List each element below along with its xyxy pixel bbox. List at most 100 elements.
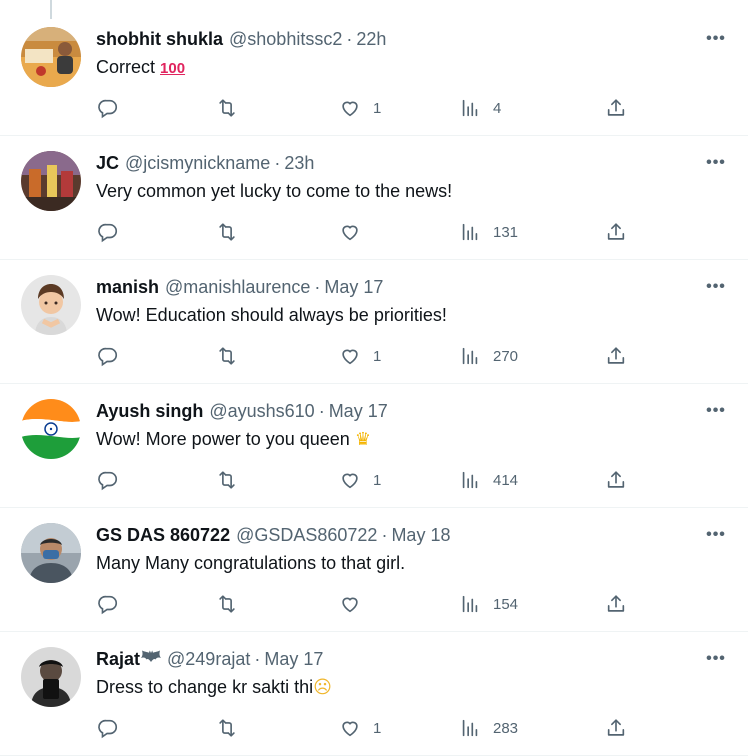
reply-button[interactable] (97, 220, 119, 244)
timestamp[interactable]: May 17 (264, 648, 323, 670)
tweet-text-content: Very common yet lucky to come to the new… (96, 181, 453, 201)
bat-emoji (141, 648, 162, 670)
reply-button[interactable] (97, 716, 119, 740)
views-button[interactable]: 154 (459, 592, 518, 616)
like-button[interactable] (339, 220, 373, 244)
more-icon[interactable]: ••• (704, 276, 728, 298)
more-icon[interactable]: ••• (704, 28, 728, 50)
display-name[interactable]: manish (96, 276, 159, 298)
retweet-button[interactable] (216, 344, 238, 368)
views-icon (462, 347, 478, 365)
more-icon[interactable]: ••• (704, 400, 728, 422)
share-icon (607, 719, 625, 736)
like-button[interactable] (339, 592, 373, 616)
share-button[interactable] (605, 468, 627, 492)
retweet-icon (219, 99, 235, 117)
avatar[interactable] (21, 151, 81, 211)
like-button[interactable]: 1 (339, 716, 381, 740)
avatar[interactable] (21, 275, 81, 335)
tweet-header: JC @jcismynickname · 23h (96, 152, 678, 174)
retweet-icon (219, 347, 235, 365)
tweet-actions: 1 283 (96, 716, 728, 740)
retweet-button[interactable] (216, 96, 238, 120)
user-handle[interactable]: @GSDAS860722 (236, 524, 377, 546)
retweet-button[interactable] (216, 220, 238, 244)
retweet-icon (219, 471, 235, 489)
timestamp[interactable]: May 17 (324, 276, 383, 298)
retweet-icon (219, 595, 235, 613)
timestamp[interactable]: May 18 (391, 524, 450, 546)
tweet-text-content: Correct (96, 57, 156, 77)
timestamp[interactable]: May 17 (329, 400, 388, 422)
like-button[interactable]: 1 (339, 468, 381, 492)
views-button[interactable]: 414 (459, 468, 518, 492)
separator-dot: · (346, 29, 353, 49)
timestamp[interactable]: 23h (284, 152, 314, 174)
retweet-button[interactable] (216, 468, 238, 492)
tweet-actions: 154 (96, 592, 728, 616)
reply-button[interactable] (97, 592, 119, 616)
like-icon (342, 225, 358, 241)
like-count: 1 (373, 347, 382, 365)
share-button[interactable] (605, 592, 627, 616)
display-name[interactable]: JC (96, 152, 119, 174)
tweet-text-content: Many Many congratulations to that girl. (96, 553, 406, 573)
display-name[interactable]: Ayush singh (96, 400, 203, 422)
reply-tweet[interactable]: shobhit shukla @shobhitssc2 · 22h ••• Co… (0, 0, 748, 136)
more-icon[interactable]: ••• (704, 648, 728, 670)
like-icon (342, 101, 358, 117)
tweet-text: Very common yet lucky to come to the new… (96, 179, 678, 203)
share-button[interactable] (605, 716, 627, 740)
views-count: 131 (493, 223, 519, 241)
reply-tweet[interactable]: GS DAS 860722 @GSDAS860722 · May 18 ••• … (0, 508, 748, 632)
share-button[interactable] (605, 220, 627, 244)
user-handle[interactable]: @ayushs610 (209, 400, 314, 422)
reply-icon (98, 719, 118, 739)
timestamp[interactable]: 22h (356, 28, 386, 50)
avatar[interactable] (21, 399, 81, 459)
user-handle[interactable]: @shobhitssc2 (229, 28, 342, 50)
reply-button[interactable] (97, 96, 119, 120)
reply-tweet[interactable]: Rajat @249rajat · May 17 ••• Dress to ch… (0, 632, 748, 756)
reply-button[interactable] (97, 344, 119, 368)
avatar[interactable] (21, 647, 81, 707)
like-icon (342, 597, 358, 613)
tweet-header: GS DAS 860722 @GSDAS860722 · May 18 (96, 524, 678, 546)
more-icon[interactable]: ••• (704, 524, 728, 546)
reply-icon (98, 471, 118, 491)
reply-tweet[interactable]: JC @jcismynickname · 23h ••• Very common… (0, 136, 748, 260)
user-handle[interactable]: @jcismynickname (125, 152, 270, 174)
share-icon (607, 99, 625, 116)
reply-tweet[interactable]: Ayush singh @ayushs610 · May 17 ••• Wow!… (0, 384, 748, 508)
reply-button[interactable] (97, 468, 119, 492)
views-button[interactable]: 270 (459, 344, 518, 368)
retweet-button[interactable] (216, 592, 238, 616)
views-button[interactable]: 283 (459, 716, 518, 740)
share-button[interactable] (605, 96, 627, 120)
views-icon (462, 99, 478, 117)
reply-icon (98, 99, 118, 119)
share-button[interactable] (605, 344, 627, 368)
avatar[interactable] (21, 523, 81, 583)
retweet-icon (219, 223, 235, 241)
user-handle[interactable]: @manishlaurence (165, 276, 310, 298)
tweet-text-content: Wow! More power to you queen (96, 429, 350, 449)
views-count: 154 (493, 595, 519, 613)
separator-dot: · (254, 649, 261, 669)
display-name[interactable]: GS DAS 860722 (96, 524, 230, 546)
display-name[interactable]: Rajat (96, 648, 140, 670)
like-button[interactable]: 1 (339, 344, 381, 368)
crown-emoji: ♛ (354, 429, 371, 449)
reply-tweet[interactable]: manish @manishlaurence · May 17 ••• Wow!… (0, 260, 748, 384)
like-button[interactable]: 1 (339, 96, 381, 120)
crying-face-emoji: ☹ (313, 677, 332, 697)
user-handle[interactable]: @249rajat (167, 648, 250, 670)
like-count: 1 (373, 471, 382, 489)
retweet-button[interactable] (216, 716, 238, 740)
avatar[interactable] (21, 27, 81, 87)
views-count: 270 (493, 347, 519, 365)
more-icon[interactable]: ••• (704, 152, 728, 174)
views-button[interactable]: 131 (459, 220, 518, 244)
views-button[interactable]: 4 (459, 96, 501, 120)
display-name[interactable]: shobhit shukla (96, 28, 223, 50)
